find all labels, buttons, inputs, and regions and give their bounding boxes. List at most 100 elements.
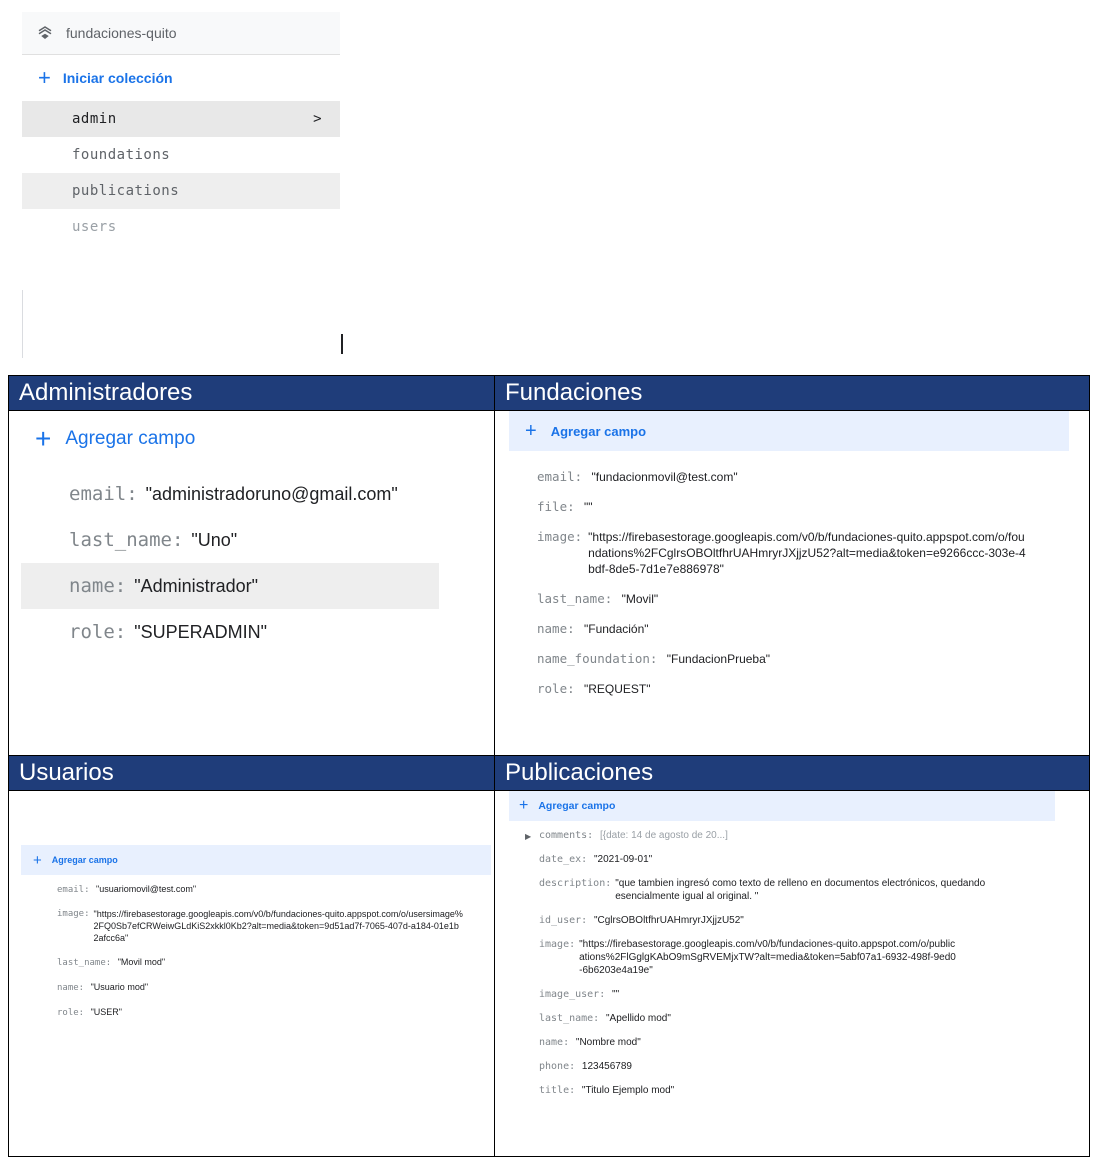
- field-key: role:: [69, 621, 127, 643]
- publications-panel: Publicaciones + Agregar campo ▶ comments…: [495, 756, 1089, 1156]
- field-value: 123456789: [581, 1061, 632, 1072]
- field-image[interactable]: image: "https://firebasestorage.googleap…: [9, 908, 494, 944]
- field-id-user[interactable]: id_user: "CglrsOBOltfhrUAHmryrJXjjzU52": [495, 914, 1089, 927]
- add-field-label: Agregar campo: [538, 800, 616, 812]
- field-key: id_user:: [539, 915, 588, 926]
- chevron-right-icon: >: [313, 111, 322, 127]
- field-name[interactable]: name: "Nombre mod": [495, 1036, 1089, 1049]
- field-last-name[interactable]: last_name: "Apellido mod": [495, 1012, 1089, 1025]
- collections-panel: fundaciones-quito + Iniciar colección ad…: [22, 12, 340, 358]
- field-value: "https://firebasestorage.googleapis.com/…: [579, 939, 956, 976]
- field-key: role:: [537, 681, 575, 696]
- field-file[interactable]: file: "": [495, 499, 1089, 515]
- field-phone[interactable]: phone: 123456789: [495, 1060, 1089, 1073]
- collection-item-users[interactable]: users: [22, 209, 340, 245]
- field-key: email:: [537, 469, 583, 484]
- field-key: date_ex:: [539, 854, 588, 865]
- field-email[interactable]: email: "usuariomovil@test.com": [9, 883, 494, 896]
- add-field-button[interactable]: + Agregar campo: [21, 845, 491, 875]
- field-value: "Administrador": [134, 575, 259, 596]
- field-last-name[interactable]: last_name: "Movil mod": [9, 956, 494, 969]
- field-value: "https://firebasestorage.googleapis.com/…: [93, 909, 463, 943]
- field-key: email:: [57, 885, 90, 895]
- collection-item-publications[interactable]: publications: [22, 173, 340, 209]
- field-key: file:: [537, 499, 575, 514]
- plus-icon: +: [525, 420, 537, 442]
- field-value: "CglrsOBOltfhrUAHmryrJXjjzU52": [593, 915, 744, 926]
- collection-item-foundations[interactable]: foundations: [22, 137, 340, 173]
- documents-grid: Administradores + Agregar campo email: "…: [8, 375, 1090, 1157]
- field-image[interactable]: image: "https://firebasestorage.googleap…: [495, 938, 1089, 977]
- start-collection-label: Iniciar colección: [62, 70, 173, 86]
- field-value: "Fundación": [583, 622, 649, 636]
- field-last-name[interactable]: last_name: "Movil": [495, 591, 1089, 607]
- panel-title: Publicaciones: [495, 756, 1089, 791]
- field-key: name:: [57, 983, 85, 993]
- collection-label: publications: [72, 183, 180, 199]
- field-name[interactable]: name: "Fundación": [495, 621, 1089, 637]
- field-name[interactable]: name: "Administrador": [21, 563, 439, 609]
- field-value: "administradoruno@gmail.com": [145, 483, 398, 504]
- field-last-name[interactable]: last_name: "Uno": [21, 517, 439, 563]
- field-role[interactable]: role: "SUPERADMIN": [21, 609, 439, 655]
- field-value: "que tambien ingresó como texto de relle…: [615, 878, 986, 902]
- field-role[interactable]: role: "USER": [9, 1006, 494, 1019]
- panel-title: Usuarios: [9, 756, 494, 791]
- field-key: name:: [539, 1037, 570, 1048]
- field-role[interactable]: role: "REQUEST": [495, 681, 1089, 697]
- field-value: "": [612, 989, 620, 1000]
- field-value: "": [583, 500, 593, 514]
- add-field-button[interactable]: + Agregar campo: [35, 425, 494, 453]
- field-key: name_foundation:: [537, 651, 658, 666]
- collection-item-admin[interactable]: admin >: [22, 101, 340, 137]
- plus-icon: +: [33, 851, 42, 869]
- field-key: name:: [537, 621, 575, 636]
- field-date-ex[interactable]: date_ex: "2021-09-01": [495, 853, 1089, 866]
- field-key: last_name:: [539, 1013, 600, 1024]
- field-name-foundation[interactable]: name_foundation: "FundacionPrueba": [495, 651, 1089, 667]
- field-title[interactable]: title: "Titulo Ejemplo mod": [495, 1084, 1089, 1097]
- field-value: "Nombre mod": [575, 1037, 641, 1048]
- field-key: last_name:: [537, 591, 613, 606]
- field-value: "FundacionPrueba": [666, 652, 771, 666]
- text-cursor: [341, 334, 343, 354]
- panel-title: Fundaciones: [495, 376, 1089, 411]
- field-value: "2021-09-01": [593, 854, 653, 865]
- start-collection-button[interactable]: + Iniciar colección: [22, 55, 340, 101]
- collection-label: users: [72, 219, 117, 235]
- field-key: image:: [57, 909, 90, 919]
- field-comments[interactable]: ▶ comments: [{date: 14 de agosto de 20..…: [495, 829, 1089, 842]
- firestore-icon: [38, 26, 52, 39]
- add-field-label: Agregar campo: [51, 855, 118, 865]
- field-value: "usuariomovil@test.com": [96, 884, 197, 894]
- add-field-label: Agregar campo: [550, 423, 647, 439]
- plus-icon: +: [38, 65, 51, 90]
- field-key: image_user:: [539, 989, 606, 1000]
- collection-label: foundations: [72, 147, 171, 163]
- field-key: role:: [57, 1008, 85, 1018]
- field-description[interactable]: description: "que tambien ingresó como t…: [495, 877, 1089, 903]
- add-field-button[interactable]: + Agregar campo: [509, 411, 1069, 451]
- field-value: "Movil": [621, 592, 659, 606]
- field-value: "REQUEST": [583, 682, 651, 696]
- field-name[interactable]: name: "Usuario mod": [9, 981, 494, 994]
- field-key: last_name:: [69, 529, 184, 551]
- add-field-button[interactable]: + Agregar campo: [509, 791, 1055, 821]
- users-panel: Usuarios + Agregar campo email: "usuario…: [9, 756, 495, 1156]
- foundations-panel: Fundaciones + Agregar campo email: "fund…: [495, 376, 1089, 756]
- field-email[interactable]: email: "fundacionmovil@test.com": [495, 469, 1089, 485]
- database-header: fundaciones-quito: [22, 12, 340, 55]
- field-value: "fundacionmovil@test.com": [591, 470, 738, 484]
- field-email[interactable]: email: "administradoruno@gmail.com": [21, 471, 439, 517]
- field-key: title:: [539, 1085, 576, 1096]
- collection-label: admin: [72, 111, 117, 127]
- field-image-user[interactable]: image_user: "": [495, 988, 1089, 1001]
- field-key: image:: [537, 529, 583, 544]
- field-image[interactable]: image: "https://firebasestorage.googleap…: [495, 529, 1089, 577]
- expand-arrow-icon[interactable]: ▶: [525, 830, 531, 843]
- plus-icon: +: [519, 797, 529, 814]
- field-key: name:: [69, 575, 127, 597]
- add-field-label: Agregar campo: [65, 428, 196, 449]
- field-value: "Movil mod": [117, 957, 166, 967]
- field-key: phone:: [539, 1061, 576, 1072]
